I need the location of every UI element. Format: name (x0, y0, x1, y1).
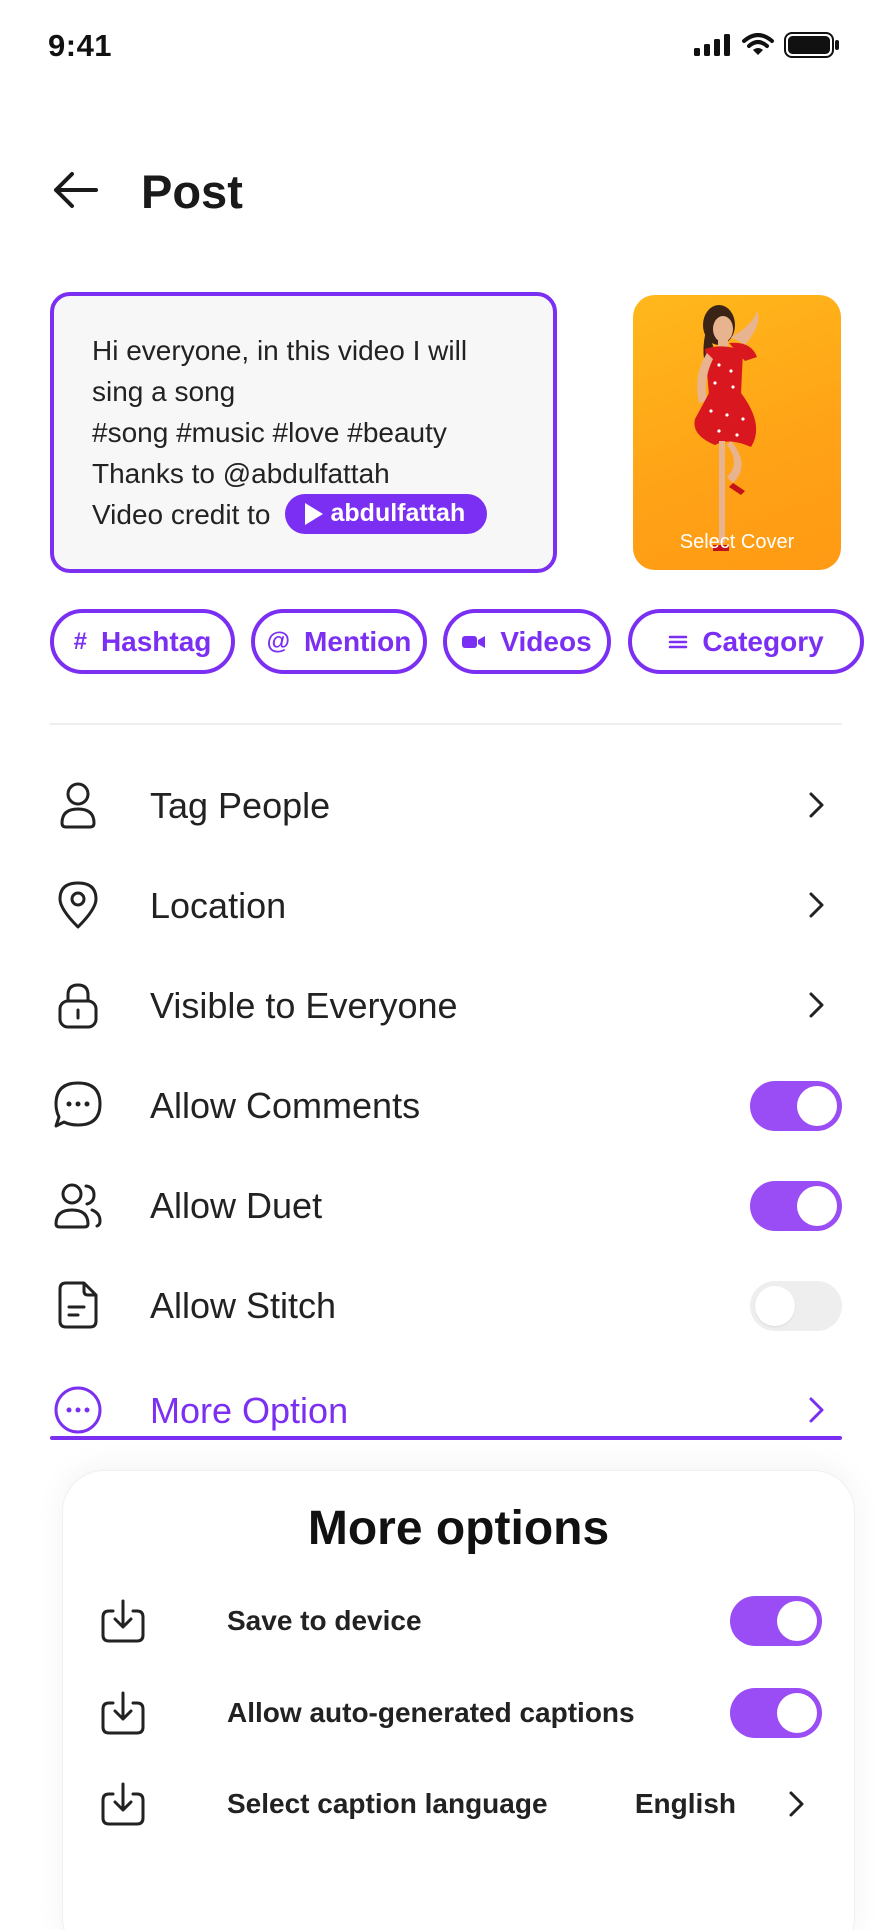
select-cover-label: Select Cover (679, 531, 795, 553)
allow-duet-row: Allow Duet (50, 1165, 842, 1245)
status-time: 9:41 (48, 28, 113, 63)
download-icon (101, 1599, 145, 1643)
videos-chip[interactable]: Videos (443, 609, 611, 674)
chevron-right-icon (809, 992, 824, 1018)
location-row[interactable]: Location (50, 865, 842, 945)
lock-icon (58, 983, 98, 1029)
caption-language-value: English (634, 1788, 736, 1819)
at-icon: @ (266, 627, 291, 655)
category-label: Category (702, 625, 824, 657)
users-icon (54, 1183, 102, 1229)
toggle-knob (797, 1186, 837, 1226)
download-icon (101, 1782, 145, 1826)
save-to-device-toggle[interactable] (730, 1596, 822, 1646)
chevron-right-icon (809, 1397, 824, 1423)
caption-line: Hi everyone, in this video I will (92, 335, 468, 366)
battery-icon (784, 32, 839, 58)
allow-duet-toggle[interactable] (750, 1181, 842, 1231)
caption-language-option[interactable]: Select caption language English (97, 1774, 822, 1834)
section-divider (50, 723, 842, 725)
mention-chip[interactable]: @ Mention (251, 609, 427, 674)
hash-icon: # (73, 627, 87, 655)
play-icon (304, 502, 323, 525)
credit-mention-pill[interactable]: abdulfattah (284, 493, 488, 534)
auto-captions-label: Allow auto-generated captions (227, 1697, 635, 1728)
caption-textarea[interactable]: Hi everyone, in this video I will sing a… (50, 292, 557, 573)
auto-captions-toggle[interactable] (730, 1688, 822, 1738)
page-title: Post (141, 165, 243, 218)
videos-label: Videos (500, 625, 592, 657)
toggle-knob (777, 1693, 817, 1733)
caption-language-label: Select caption language (227, 1788, 548, 1819)
credit-handle: abdulfattah (330, 499, 466, 528)
more-circle-icon (54, 1386, 102, 1434)
signal-icon (694, 34, 730, 56)
caption-line: #song #music #love #beauty (92, 417, 447, 448)
select-cover-thumbnail[interactable]: Select Cover (633, 295, 841, 570)
chevron-right-icon (809, 792, 824, 818)
user-icon (60, 782, 96, 829)
back-arrow-icon[interactable] (50, 168, 100, 212)
save-to-device-option: Save to device (97, 1591, 822, 1651)
allow-comments-row: Allow Comments (50, 1065, 842, 1145)
caption-tool-chips: # Hashtag @ Mention Videos Category (50, 609, 892, 674)
more-option-label: More Option (150, 1390, 349, 1431)
visibility-label: Visible to Everyone (150, 985, 458, 1026)
more-option-underline (50, 1436, 842, 1440)
caption-line: sing a song (92, 376, 236, 407)
allow-stitch-row: Allow Stitch (50, 1265, 842, 1345)
toggle-knob (777, 1601, 817, 1641)
chevron-right-icon (809, 892, 824, 918)
allow-stitch-label: Allow Stitch (150, 1285, 337, 1326)
comment-bubble-icon (54, 1081, 102, 1128)
location-pin-icon (58, 881, 98, 929)
wifi-icon (742, 33, 774, 55)
tag-people-label: Tag People (150, 785, 331, 826)
chevron-right-icon (789, 1791, 804, 1817)
caption-line: Thanks to @abdulfattah (92, 458, 390, 489)
status-bar: 9:41 (0, 0, 892, 95)
status-icons (694, 32, 840, 58)
location-label: Location (150, 885, 287, 926)
menu-lines-icon (669, 635, 688, 648)
toggle-knob (797, 1086, 837, 1126)
mention-label: Mention (304, 625, 412, 657)
download-icon (101, 1691, 145, 1735)
credit-prefix: Video credit to (92, 499, 271, 530)
video-camera-icon (462, 635, 486, 648)
save-to-device-label: Save to device (227, 1605, 422, 1636)
allow-duet-label: Allow Duet (150, 1185, 323, 1226)
hashtag-chip[interactable]: # Hashtag (50, 609, 235, 674)
allow-stitch-toggle[interactable] (750, 1281, 842, 1331)
auto-captions-option: Allow auto-generated captions (97, 1683, 822, 1743)
category-chip[interactable]: Category (628, 609, 864, 674)
sheet-title: More options (307, 1502, 610, 1555)
allow-comments-toggle[interactable] (750, 1081, 842, 1131)
document-icon (58, 1281, 98, 1329)
tag-people-row[interactable]: Tag People (50, 765, 842, 845)
toggle-knob (755, 1286, 795, 1326)
header: Post (0, 160, 892, 220)
hashtag-label: Hashtag (100, 625, 212, 657)
caption-credit-line: Video credit to abdulfattah (92, 493, 515, 537)
visibility-row[interactable]: Visible to Everyone (50, 965, 842, 1045)
allow-comments-label: Allow Comments (150, 1085, 421, 1126)
cover-image (694, 305, 759, 551)
more-options-sheet: More options Save to device Allow auto-g… (62, 1470, 855, 1930)
